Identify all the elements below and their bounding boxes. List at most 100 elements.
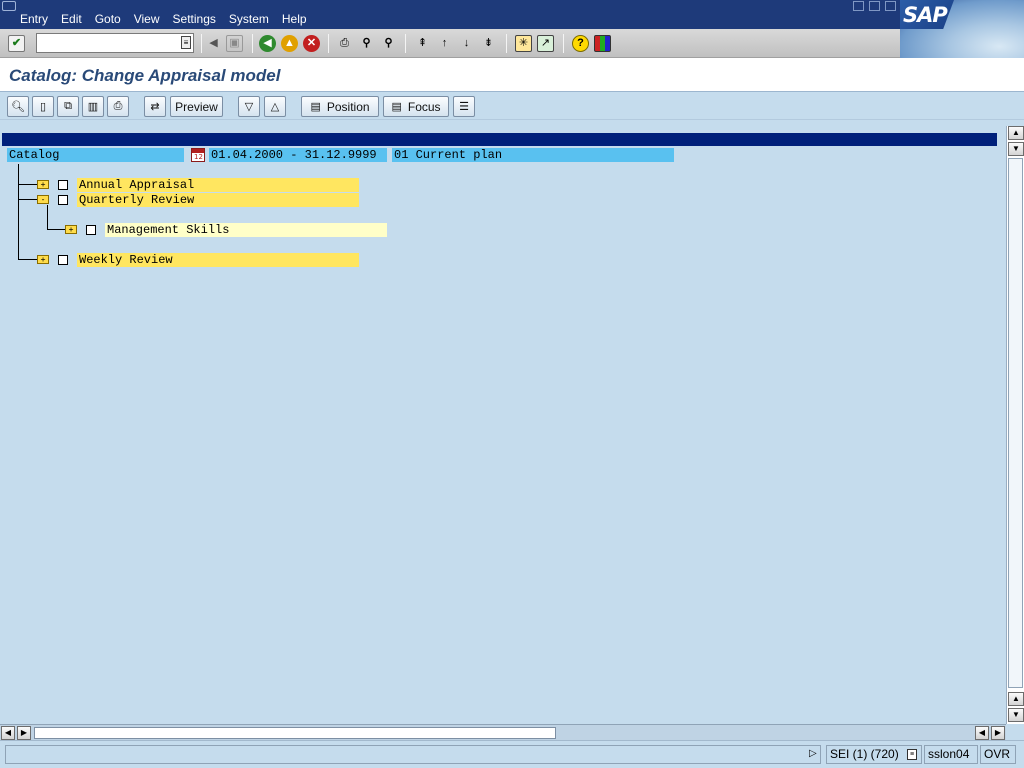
position-icon: ▤	[310, 101, 321, 113]
scroll-down-icon[interactable]: ▼	[1008, 708, 1024, 722]
print-icon[interactable]: ⎙	[336, 35, 353, 52]
last-page-icon[interactable]: ⇟	[480, 35, 497, 52]
tree-node-annual-appraisal[interactable]: Annual Appraisal	[77, 178, 359, 192]
scroll-up-icon[interactable]: ▲	[1008, 126, 1024, 140]
plan-version-cell: 01 Current plan	[392, 148, 674, 162]
vertical-scrollbar[interactable]: ▲ ▼ ▲ ▼	[1006, 126, 1024, 724]
page-up-icon[interactable]: ▼	[1008, 142, 1024, 156]
page-right-icon[interactable]: ◀	[975, 726, 989, 740]
node-checkbox[interactable]	[58, 255, 68, 265]
preview-label: Preview	[175, 99, 218, 114]
column-config-button[interactable]: ☰	[453, 96, 475, 117]
print-button[interactable]: ⎙	[107, 96, 129, 117]
menu-goto[interactable]: Goto	[95, 12, 121, 26]
toolbar-separator	[405, 34, 406, 53]
collapse-node-icon[interactable]: -	[37, 195, 49, 204]
save-icon[interactable]: ▣	[226, 35, 243, 52]
tree-node-weekly-review[interactable]: Weekly Review	[77, 253, 359, 267]
printer-icon: ⎙	[113, 100, 123, 112]
close-window-icon[interactable]	[885, 1, 896, 11]
trash-icon: ▥	[87, 101, 99, 113]
expand-node-icon[interactable]: +	[37, 255, 49, 264]
menu-entry[interactable]: Entry	[20, 12, 48, 26]
command-field[interactable]: ≡	[36, 33, 194, 53]
back-arrow-icon[interactable]: ◀	[205, 35, 222, 52]
application-toolbar: 🔍︎ ▯ ⧉ ▥ ⎙ ⇄ Preview ▽ △ ▤ Position ▤ Focu…	[0, 92, 1024, 120]
menu-settings[interactable]: Settings	[173, 12, 216, 26]
catalog-header-cell: Catalog	[7, 148, 184, 162]
cancel-icon[interactable]: ✕	[303, 35, 320, 52]
help-icon[interactable]: ?	[572, 35, 589, 52]
layout-menu-icon[interactable]	[594, 35, 611, 52]
new-document-icon: ▯	[39, 101, 47, 113]
menu-system[interactable]: System	[229, 12, 269, 26]
focus-label: Focus	[407, 99, 441, 114]
tree-line	[18, 164, 19, 260]
system-menu-icon[interactable]	[2, 1, 16, 11]
toolbar-separator	[201, 34, 202, 53]
insert-mode[interactable]: OVR	[980, 745, 1016, 764]
display-button[interactable]: 🔍︎	[7, 96, 29, 117]
node-checkbox[interactable]	[58, 180, 68, 190]
exit-icon[interactable]: ▲	[281, 35, 298, 52]
session-info[interactable]: SEI (1) (720) ≡	[826, 745, 922, 764]
tree-node-quarterly-review[interactable]: Quarterly Review	[77, 193, 359, 207]
expand-all-button[interactable]: ▽	[238, 96, 260, 117]
structure-button[interactable]: ⧉	[57, 96, 79, 117]
next-page-icon[interactable]: ↓	[458, 35, 475, 52]
create-button[interactable]: ▯	[32, 96, 54, 117]
new-session-icon[interactable]: ✳	[515, 35, 532, 52]
horizontal-scrollbar[interactable]: ◀ ▶ ◀ ▶	[0, 724, 1006, 740]
horizontal-scroll-thumb[interactable]	[34, 727, 556, 739]
position-button[interactable]: ▤ Position	[301, 96, 379, 117]
sap-logo-panel: SAP	[900, 0, 1024, 58]
session-list-icon[interactable]: ≡	[907, 749, 917, 760]
calendar-icon-text: 12	[194, 153, 203, 161]
move-button[interactable]: ⇄	[144, 96, 166, 117]
menu-view[interactable]: View	[134, 12, 160, 26]
scroll-left-icon[interactable]: ◀	[1, 726, 15, 740]
expand-node-icon[interactable]: +	[37, 180, 49, 189]
enter-checkmark-icon[interactable]: ✔	[8, 35, 25, 52]
vertical-scroll-thumb[interactable]	[1008, 158, 1023, 688]
tree-node-management-skills[interactable]: Management Skills	[105, 223, 387, 237]
minimize-icon[interactable]	[853, 1, 864, 11]
previous-page-icon[interactable]: ↑	[436, 35, 453, 52]
first-page-icon[interactable]: ⇞	[414, 35, 431, 52]
status-expand-icon[interactable]: ▷	[806, 745, 824, 764]
collapse-icon: △	[270, 101, 280, 113]
expand-node-icon[interactable]: +	[65, 225, 77, 234]
command-history-icon[interactable]: ≡	[181, 36, 191, 49]
status-message-area	[5, 745, 821, 764]
tree-container: Catalog 12 01.04.2000 - 31.12.9999 01 Cu…	[0, 120, 1024, 740]
focus-button[interactable]: ▤ Focus	[383, 96, 449, 117]
session-info-text: SEI (1) (720)	[830, 747, 899, 761]
menu-help[interactable]: Help	[282, 12, 307, 26]
toolbar-separator	[328, 34, 329, 53]
shortcut-icon[interactable]: ↗	[537, 35, 554, 52]
tree-line	[47, 205, 48, 230]
page-down-icon[interactable]: ▲	[1008, 692, 1024, 706]
scroll-right-icon[interactable]: ▶	[991, 726, 1005, 740]
focus-icon: ▤	[391, 101, 402, 113]
find-next-icon[interactable]: ⚲	[380, 35, 397, 52]
date-range-cell: 01.04.2000 - 31.12.9999	[209, 148, 387, 162]
preview-button[interactable]: Preview	[170, 96, 223, 117]
find-icon[interactable]: ⚲	[358, 35, 375, 52]
back-icon[interactable]: ◀	[259, 35, 276, 52]
collapse-all-button[interactable]: △	[264, 96, 286, 117]
page-left-icon[interactable]: ▶	[17, 726, 31, 740]
node-checkbox[interactable]	[58, 195, 68, 205]
menu-edit[interactable]: Edit	[61, 12, 82, 26]
toolbar-separator	[563, 34, 564, 53]
command-input[interactable]	[37, 34, 177, 52]
delete-button[interactable]: ▥	[82, 96, 104, 117]
restore-icon[interactable]	[869, 1, 880, 11]
sap-logo: SAP	[900, 0, 954, 29]
calendar-icon[interactable]: 12	[191, 148, 205, 162]
sap-logo-text: SAP	[903, 3, 948, 27]
node-checkbox[interactable]	[86, 225, 96, 235]
main-menu: Entry Edit Goto View Settings System Hel…	[20, 12, 320, 26]
position-label: Position	[326, 99, 370, 114]
tree-line	[47, 229, 65, 230]
